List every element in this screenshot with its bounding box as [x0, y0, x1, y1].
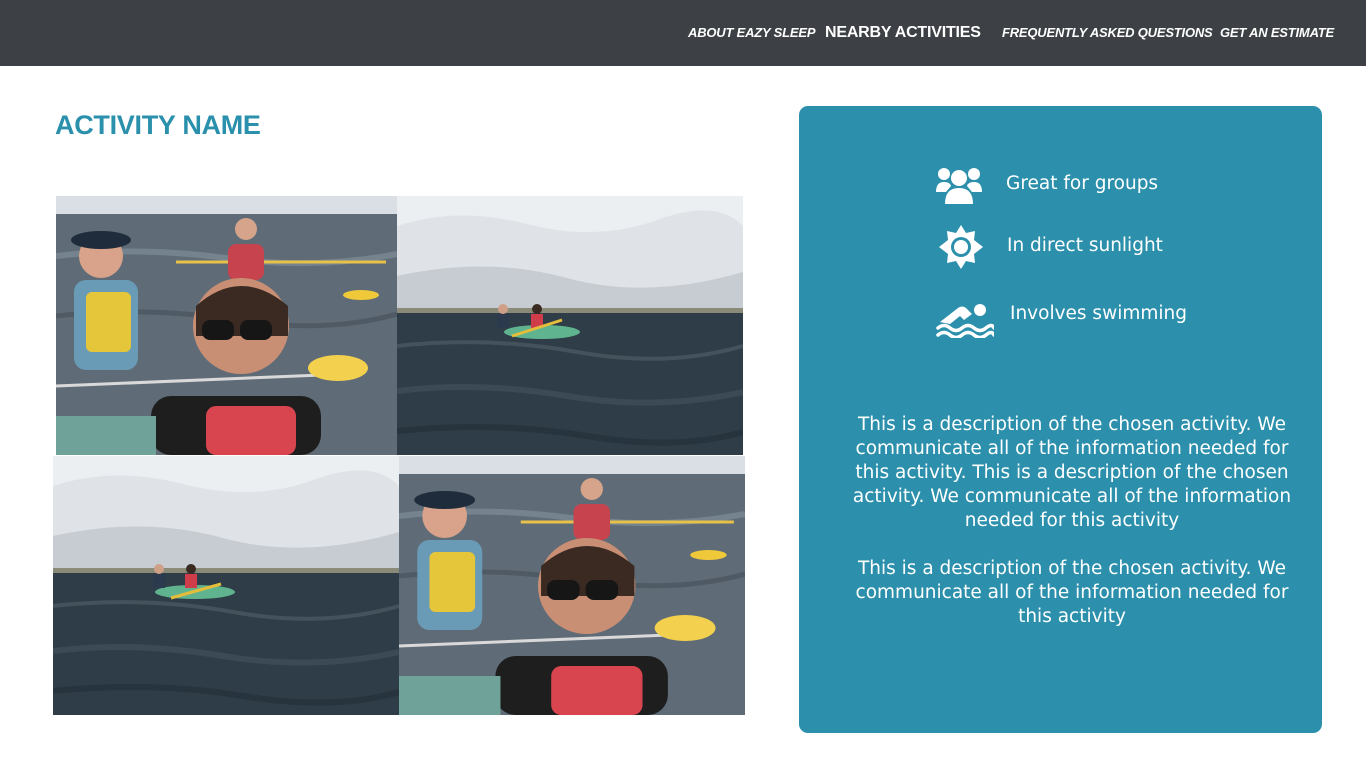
activity-details-panel: Great for groups In direct sunlight Invo…	[799, 106, 1322, 733]
top-nav-bar: ABOUT EAZY SLEEP NEARBY ACTIVITIES FREQU…	[0, 0, 1366, 66]
page-title: ACTIVITY NAME	[55, 110, 261, 140]
nav-about-eazy-sleep[interactable]: ABOUT EAZY SLEEP	[688, 0, 816, 66]
nav-nearby-activities[interactable]: NEARBY ACTIVITIES	[825, 0, 981, 66]
activity-photo-2	[397, 196, 743, 455]
nav-get-an-estimate[interactable]: GET AN ESTIMATE	[1220, 0, 1334, 66]
activity-photo-1	[56, 196, 397, 455]
feature-label-groups: Great for groups	[1006, 173, 1159, 194]
activity-description-2: This is a description of the chosen acti…	[855, 558, 1289, 627]
feature-label-swimming: Involves swimming	[1010, 303, 1187, 324]
activity-photo-3	[53, 456, 399, 715]
activity-description-1: This is a description of the chosen acti…	[852, 414, 1292, 531]
nav-faq[interactable]: FREQUENTLY ASKED QUESTIONS	[1002, 0, 1213, 66]
feature-label-sunlight: In direct sunlight	[1007, 235, 1163, 256]
sun-icon	[939, 225, 983, 269]
activity-photo-4	[399, 456, 745, 715]
group-icon	[936, 166, 982, 204]
swimming-icon	[936, 300, 994, 338]
